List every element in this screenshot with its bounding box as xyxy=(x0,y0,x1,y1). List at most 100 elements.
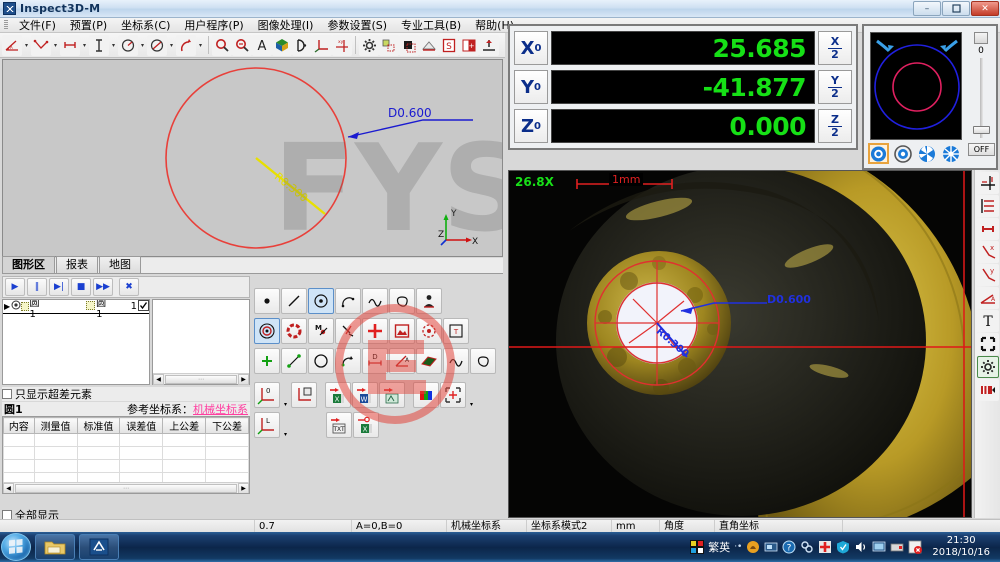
taskbar-clock[interactable]: 21:30 2018/10/16 xyxy=(926,535,996,559)
fullscreen-button[interactable] xyxy=(977,333,999,355)
menu-preset[interactable]: 预置(P) xyxy=(63,18,114,33)
line-coordinate-tool[interactable]: L xyxy=(254,412,280,438)
circle-measure-tool[interactable] xyxy=(118,35,138,56)
step-button[interactable]: ▶| xyxy=(49,278,69,296)
angle-dimension-tool[interactable]: A xyxy=(389,348,415,374)
tray-dots-icon[interactable]: ·• xyxy=(734,542,742,552)
dro-z-half-button[interactable]: Z 2 xyxy=(818,109,852,143)
curve-tool[interactable] xyxy=(362,288,388,314)
3d-view-tool[interactable] xyxy=(272,35,292,56)
export-cad-button[interactable] xyxy=(379,382,405,408)
width-tool-dropdown[interactable]: ▾ xyxy=(109,35,118,56)
show-out-of-tolerance-row[interactable]: 只显示超差元素 xyxy=(2,387,250,401)
image-capture-tool[interactable]: + xyxy=(459,35,479,56)
taskbar-explorer[interactable] xyxy=(35,534,75,560)
tray-volume-icon[interactable] xyxy=(854,540,868,554)
stop-button[interactable]: ■ xyxy=(71,278,91,296)
maximize-button[interactable] xyxy=(942,1,970,16)
taskbar-inspect3d[interactable] xyxy=(79,534,119,560)
tray-shield-icon[interactable] xyxy=(836,540,850,554)
element-list-row[interactable]: ▶ 圆1 圆1 1 xyxy=(3,300,149,314)
tab-report[interactable]: 报表 xyxy=(56,256,98,273)
settings-tool[interactable] xyxy=(359,35,379,56)
polyline-tool-dropdown[interactable]: ▾ xyxy=(51,35,60,56)
distance-measure-tool[interactable] xyxy=(60,35,80,56)
user-element-tool[interactable] xyxy=(416,288,442,314)
construct-arc-tool[interactable] xyxy=(335,348,361,374)
plane-tool[interactable] xyxy=(416,348,442,374)
crop-region-button[interactable] xyxy=(440,382,466,408)
result-hscrollbar[interactable]: ◀ ⋯ ▶ xyxy=(3,482,249,493)
origin-coordinate-dropdown[interactable]: ▾ xyxy=(281,382,290,408)
play-program-tool[interactable] xyxy=(292,35,312,56)
fast-forward-button[interactable]: ▶▶ xyxy=(93,278,113,296)
dro-x-half-button[interactable]: X 2 xyxy=(818,31,852,65)
element-list-checkbox[interactable] xyxy=(138,300,149,314)
center-find-tool[interactable] xyxy=(416,318,442,344)
menu-parameter-settings[interactable]: 参数设置(S) xyxy=(320,18,394,33)
cad-graphic-area[interactable]: D0.600 R0.300 Y X Z FYS xyxy=(2,59,503,257)
circle-tool-dropdown[interactable]: ▾ xyxy=(138,35,147,56)
light-mode-coaxial[interactable] xyxy=(892,143,913,164)
no-circle-tool-dropdown[interactable]: ▾ xyxy=(167,35,176,56)
export-excel-button[interactable]: X xyxy=(325,382,351,408)
menu-image-processing[interactable]: 图像处理(I) xyxy=(251,18,321,33)
line-tool[interactable] xyxy=(281,288,307,314)
tray-removable-icon[interactable] xyxy=(890,540,904,554)
microscope-live-view[interactable]: 26.8X 1mm D0.600 R0.300 xyxy=(508,170,972,518)
construct-line-tool[interactable] xyxy=(281,348,307,374)
light-mode-segment[interactable] xyxy=(940,143,961,164)
zoom-in-tool[interactable] xyxy=(212,35,232,56)
menu-pro-tools[interactable]: 专业工具(B) xyxy=(394,18,468,33)
grid-snap-tool[interactable] xyxy=(379,35,399,56)
contour-tool[interactable] xyxy=(470,348,496,374)
arc-tool-dropdown[interactable]: ▾ xyxy=(196,35,205,56)
menu-coordinate[interactable]: 坐标系(C) xyxy=(114,18,177,33)
freeform-tool[interactable] xyxy=(389,288,415,314)
script-tool[interactable]: S xyxy=(439,35,459,56)
construct-circle-tool[interactable] xyxy=(308,348,334,374)
tray-ime-text[interactable]: 繁英 xyxy=(708,539,730,555)
edge-probe-tool[interactable] xyxy=(335,318,361,344)
result-scroll-right-icon[interactable]: ▶ xyxy=(238,483,249,494)
dimension-tool[interactable]: D xyxy=(362,348,388,374)
template-tool[interactable]: T xyxy=(443,318,469,344)
export-txt-button[interactable]: TXT xyxy=(326,412,352,438)
preview-scroll-left-icon[interactable]: ◀ xyxy=(153,374,164,385)
crosshair-xy-tool[interactable]: xy xyxy=(332,35,352,56)
arc-measure-tool[interactable] xyxy=(176,35,196,56)
x-axis-measure-button[interactable]: x xyxy=(977,241,999,263)
tab-graphic-area[interactable]: 图形区 xyxy=(2,256,55,273)
result-scroll-thumb[interactable]: ⋯ xyxy=(15,484,237,493)
point-tool[interactable] xyxy=(254,288,280,314)
angle-measure-tool[interactable]: A xyxy=(2,35,22,56)
show-out-of-tolerance-checkbox[interactable] xyxy=(2,389,12,399)
ring-tool[interactable] xyxy=(281,318,307,344)
settings-button[interactable] xyxy=(977,356,999,378)
surface-tool[interactable] xyxy=(419,35,439,56)
text-annotation-tool[interactable]: A xyxy=(252,35,272,56)
fill-region-tool[interactable] xyxy=(399,35,419,56)
video-capture-button[interactable] xyxy=(977,379,999,401)
light-slider-track[interactable] xyxy=(980,58,983,138)
light-pattern-preview[interactable] xyxy=(870,32,962,140)
export-word-button[interactable]: W xyxy=(352,382,378,408)
polyline-measure-tool[interactable] xyxy=(31,35,51,56)
close-button[interactable]: ✕ xyxy=(971,1,999,16)
length-measure-button[interactable] xyxy=(977,218,999,240)
menu-file[interactable]: 文件(F) xyxy=(12,18,63,33)
color-palette-button[interactable] xyxy=(413,382,439,408)
light-mode-quadrant[interactable] xyxy=(916,143,937,164)
y-axis-measure-button[interactable]: y xyxy=(977,264,999,286)
tray-help-icon[interactable]: ? xyxy=(782,540,796,554)
tray-ime-icon[interactable] xyxy=(690,540,704,554)
tray-security-icon[interactable] xyxy=(818,540,832,554)
zoom-area-tool[interactable] xyxy=(232,35,252,56)
construct-point-tool[interactable] xyxy=(254,348,280,374)
result-table[interactable]: 内容 测量值 标准值 误差值 上公差 下公差 ◀ ⋯ ▶ xyxy=(2,416,250,494)
spline-tool[interactable] xyxy=(443,348,469,374)
menu-user-program[interactable]: 用户程序(P) xyxy=(177,18,250,33)
light-toggle-button[interactable] xyxy=(974,32,988,44)
line-coordinate-dropdown[interactable]: ▾ xyxy=(281,412,290,438)
minimize-button[interactable]: – xyxy=(913,1,941,16)
